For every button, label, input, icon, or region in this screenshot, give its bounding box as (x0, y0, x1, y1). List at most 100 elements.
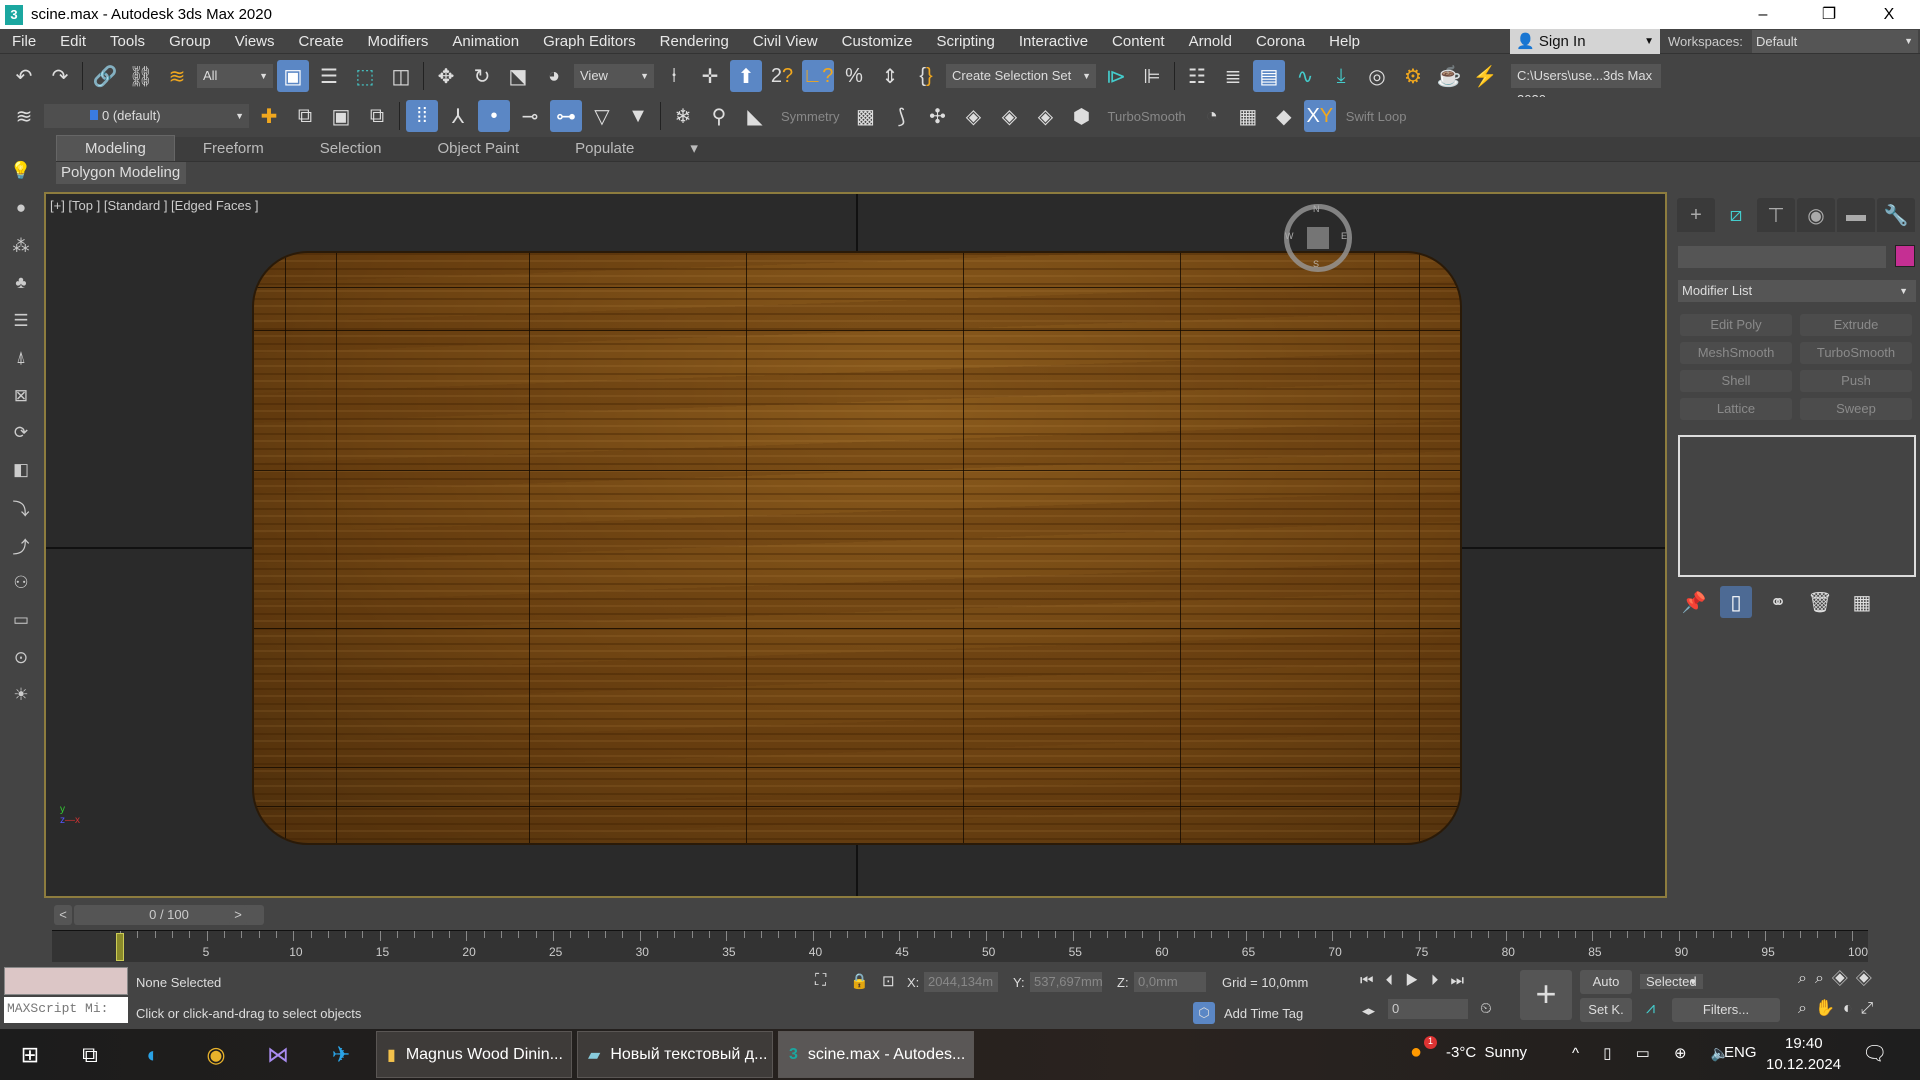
select-manipulate-icon[interactable]: ✛ (694, 60, 726, 92)
bone-icon[interactable]: ⚲ (703, 100, 735, 132)
freeze-icon[interactable]: ❄ (667, 100, 699, 132)
link-icon[interactable]: 🔗 (89, 60, 121, 92)
menu-customize[interactable]: Customize (830, 33, 925, 50)
tag-icon[interactable]: ⊠ (5, 381, 37, 410)
rotate-view-icon[interactable]: ⟳ (5, 418, 37, 447)
playback-controls[interactable]: ⏮ ⏴ ▶ ⏵ ⏭ (1360, 972, 1468, 989)
pin-stack-icon[interactable]: 📌 (1678, 586, 1710, 618)
menu-arnold[interactable]: Arnold (1177, 33, 1244, 50)
render-setup-icon[interactable]: ⚙ (1397, 60, 1429, 92)
schematic-view-icon[interactable]: ⤓ (1325, 60, 1357, 92)
tree-icon[interactable]: ♣ (5, 268, 37, 297)
motion-tab-icon[interactable]: ◉ (1797, 198, 1835, 232)
group-icon[interactable]: ⁂ (5, 231, 37, 260)
clock-time[interactable]: 19:40 (1785, 1035, 1823, 1052)
key-filter-dropdown[interactable]: Selected (1640, 974, 1703, 989)
default-tangents-icon[interactable]: ⩘ (1646, 1000, 1655, 1018)
window-crossing-icon[interactable]: ◫ (385, 60, 417, 92)
menu-corona[interactable]: Corona (1244, 33, 1317, 50)
polygon-modeling-panel[interactable]: Polygon Modeling (56, 162, 186, 184)
snap-grid-points-icon[interactable]: ⁞⁞ (406, 100, 438, 132)
layer-manager-icon[interactable]: ≋ (8, 100, 40, 132)
configure-modifier-sets-icon[interactable]: ▦ (1846, 586, 1878, 618)
orbit-icon[interactable]: ⊙ (5, 643, 37, 672)
chamfer-icon[interactable]: ◔ (1196, 100, 1228, 132)
move-icon[interactable]: ✥ (430, 60, 462, 92)
absolute-mode-icon[interactable]: ⊡ (882, 972, 895, 990)
project-folder-dropdown[interactable]: C:\Users\use...3ds Max 2020 (1511, 64, 1661, 112)
spinner-snap-icon[interactable]: ⇕ (874, 60, 906, 92)
time-next-button[interactable]: > (229, 905, 247, 925)
rendered-frame-window-icon[interactable]: ☕ (1433, 60, 1465, 92)
viewport-top[interactable]: [+] [Top ] [Standard ] [Edged Faces ] N … (44, 192, 1667, 898)
viewcube-compass[interactable]: N S E W (1284, 204, 1352, 272)
modifier-button-edit-poly[interactable]: Edit Poly (1680, 314, 1792, 336)
time-configuration-icon[interactable]: ⏲ (1480, 1000, 1492, 1017)
close-button[interactable]: X (1860, 0, 1918, 29)
task-view-icon[interactable]: ⧉ (74, 1039, 106, 1071)
angle-snap-icon[interactable]: ∟? (802, 60, 834, 92)
mirror-icon[interactable]: ⧐ (1100, 60, 1132, 92)
undo-icon[interactable]: ↶ (8, 60, 40, 92)
notifications-icon[interactable]: 🗨 (1862, 1041, 1887, 1066)
modifier-button-extrude[interactable]: Extrude (1800, 314, 1912, 336)
set-key-plus-icon[interactable]: + (1520, 970, 1572, 1020)
export-icon[interactable]: ⤴ (5, 531, 37, 560)
reference-coordinate-dropdown[interactable]: View (574, 64, 654, 88)
render-production-icon[interactable]: ⚡ (1469, 60, 1501, 92)
edge-browser-icon[interactable]: ◐ (137, 1039, 169, 1071)
material-editor-icon[interactable]: ◎ (1361, 60, 1393, 92)
redo-icon[interactable]: ↷ (44, 60, 76, 92)
menu-animation[interactable]: Animation (440, 33, 531, 50)
key-mode-icon[interactable]: ◂▸ (1362, 1003, 1375, 1019)
people-icon[interactable]: ⚇ (5, 568, 37, 597)
snap-edge-icon[interactable]: ▽ (586, 100, 618, 132)
current-frame-marker[interactable] (116, 933, 124, 961)
snap-midpoint-icon[interactable]: ⊶ (550, 100, 582, 132)
edit-named-selection-icon[interactable]: {} (910, 60, 942, 92)
light-icon[interactable]: ☀ (5, 681, 37, 710)
select-object-icon[interactable]: ▣ (277, 60, 309, 92)
maxscript-mini-listener[interactable]: MAXScript Mi: (4, 997, 128, 1023)
ribbon-options-icon[interactable]: ▾ (662, 135, 726, 161)
modifier-button-turbosmooth[interactable]: TurboSmooth (1800, 342, 1912, 364)
symmetry-button[interactable]: Symmetry (775, 109, 846, 124)
ribbon-tab-populate[interactable]: Populate (547, 136, 662, 161)
lightbulb-icon[interactable]: 💡 (5, 156, 37, 185)
align-icon[interactable]: ⊫ (1136, 60, 1168, 92)
curve-editor-icon[interactable]: ∿ (1289, 60, 1321, 92)
ribbon-tab-selection[interactable]: Selection (292, 136, 410, 161)
ribbon-tab-modeling[interactable]: Modeling (56, 135, 175, 161)
modify-tab-icon[interactable]: ⧄ (1717, 198, 1755, 232)
clock-date[interactable]: 10.12.2024 (1766, 1056, 1841, 1073)
visual-studio-icon[interactable]: ⋈ (262, 1039, 294, 1071)
make-unique-icon[interactable]: ⚭ (1762, 586, 1794, 618)
set-key-button[interactable]: Set K. (1580, 998, 1632, 1022)
time-prev-button[interactable]: < (54, 905, 72, 925)
snap-endpoint-icon[interactable]: ⊸ (514, 100, 546, 132)
layer-explorer-icon[interactable]: ≣ (1217, 60, 1249, 92)
viewport-nav-zoom-icons[interactable]: ⌕⌕◈◈ (1798, 970, 1880, 988)
create-tab-plus-icon[interactable]: + (1677, 198, 1715, 232)
snap-pivot-icon[interactable]: ⅄ (442, 100, 474, 132)
pivot-center-icon[interactable]: ⍿ (658, 60, 690, 92)
swift-loop-icon[interactable]: XY (1303, 100, 1336, 132)
edit-poly-icon[interactable]: ▩ (850, 100, 882, 132)
menu-edit[interactable]: Edit (48, 33, 98, 50)
language-indicator[interactable]: ENG (1724, 1044, 1757, 1061)
import-icon[interactable]: ⤵ (5, 493, 37, 522)
z-coordinate-field[interactable]: 0,0mm (1134, 972, 1206, 992)
y-coordinate-field[interactable]: 537,697mm (1030, 972, 1103, 992)
isolate-selection-icon[interactable]: ⛶ (815, 972, 826, 990)
maxscript-listener-output[interactable] (4, 967, 128, 995)
menu-graph-editors[interactable]: Graph Editors (531, 33, 648, 50)
auto-key-button[interactable]: Auto (1580, 970, 1632, 994)
viewport-label[interactable]: [+] [Top ] [Standard ] [Edged Faces ] (50, 198, 258, 213)
sign-in-button[interactable]: 👤 Sign In ▼ (1510, 29, 1660, 54)
cube-icon-2[interactable]: ◈ (994, 100, 1026, 132)
snap-vertex-icon[interactable]: • (478, 100, 510, 132)
turbosmooth-button[interactable]: TurboSmooth (1102, 109, 1192, 124)
utilities-tab-wrench-icon[interactable]: 🔧 (1877, 198, 1915, 232)
spline-icon[interactable]: ⟆ (886, 100, 918, 132)
modifier-stack[interactable] (1678, 435, 1916, 577)
